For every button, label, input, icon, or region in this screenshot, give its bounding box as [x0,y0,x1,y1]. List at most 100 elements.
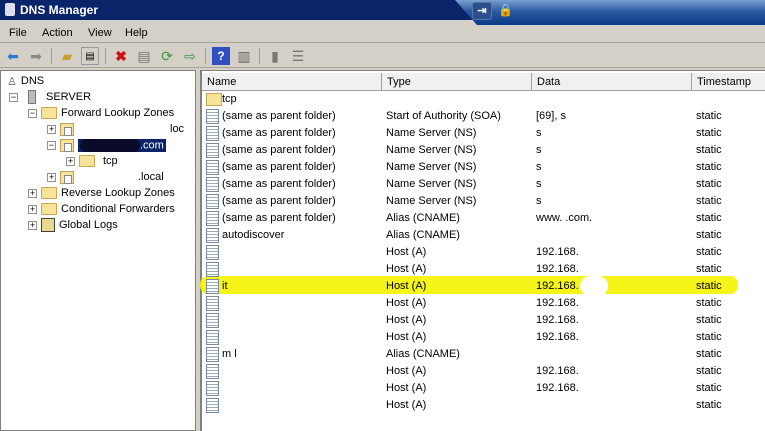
pin-icon[interactable]: ⇥ [472,2,492,20]
tree-global-logs[interactable]: + Global Logs [28,217,118,233]
expand-icon[interactable]: + [47,124,56,134]
tree-label: Forward Lookup Zones [61,107,175,119]
help-icon[interactable]: ? [212,47,230,65]
record-data: 192.168. [536,365,579,377]
record-type: Name Server (NS) [386,195,477,207]
menu-file[interactable]: File [9,27,27,39]
tree-zone-local-1[interactable]: + loc [47,121,184,137]
refresh-icon[interactable]: ⟳ [158,47,176,65]
collapse-icon[interactable]: − [28,108,37,118]
record-type: Name Server (NS) [386,178,477,190]
record-row[interactable]: it Host (A) 192.168. static [204,278,764,295]
collapse-icon[interactable]: − [9,92,18,102]
record-row[interactable]: m l Alias (CNAME) static [204,346,764,363]
toolbar: ⬅ ➡ ▰ ▤ ✖ ▤ ⟳ ⇨ ? ▥ ▮ ☰ [0,44,765,68]
expand-icon[interactable]: + [47,172,56,182]
column-header-type[interactable]: Type [382,73,532,91]
record-row[interactable]: (same as parent folder) Alias (CNAME) ww… [204,210,764,227]
collapse-icon[interactable]: − [47,140,56,150]
record-row[interactable]: (same as parent folder) Start of Authori… [204,108,764,125]
record-row[interactable]: Host (A) static [204,397,764,414]
expand-icon[interactable]: + [28,204,37,214]
expand-icon[interactable]: + [28,220,37,230]
record-timestamp: static [696,399,722,411]
record-icon [206,109,219,124]
record-icon [206,126,219,141]
tree-conditional-forwarders[interactable]: + Conditional Forwarders [28,201,175,217]
selected-zone: .com [78,138,166,152]
expand-icon[interactable]: + [28,188,37,198]
record-timestamp: static [696,280,722,292]
tree-label: .com [140,138,164,151]
menu-view[interactable]: View [88,27,112,39]
record-row[interactable]: (same as parent folder) Name Server (NS)… [204,176,764,193]
record-row[interactable]: Host (A) 192.168. static [204,363,764,380]
record-name: (same as parent folder) [222,195,336,207]
record-data: s [536,127,542,139]
server-icon [28,90,36,104]
menu-help[interactable]: Help [125,27,148,39]
tree-label: loc [170,123,185,135]
toolbar-separator [51,48,52,64]
show-hide-tree-icon[interactable]: ▤ [81,47,99,65]
record-type: Host (A) [386,382,427,394]
record-row[interactable]: Host (A) 192.168. static [204,295,764,312]
record-type: Host (A) [386,263,427,275]
forward-icon[interactable]: ➡ [27,47,45,65]
record-row[interactable]: Host (A) 192.168. static [204,261,764,278]
column-header-data[interactable]: Data [532,73,692,91]
record-icon [206,330,219,345]
record-timestamp: static [696,195,722,207]
record-data: 192.168. [536,314,579,326]
up-folder-icon[interactable]: ▰ [58,47,76,65]
record-data: 192.168. [536,263,579,275]
lock-icon[interactable]: 🔒 [498,3,513,17]
record-row[interactable]: (same as parent folder) Name Server (NS)… [204,142,764,159]
list-icon[interactable]: ☰ [289,47,307,65]
properties-icon[interactable]: ▤ [135,47,153,65]
column-header-timestamp[interactable]: Timestamp [692,73,765,91]
tree-server[interactable]: − SERVER [9,89,91,105]
log-icon [41,218,55,232]
record-icon [206,211,219,226]
expand-icon[interactable]: + [66,156,75,166]
record-row[interactable]: (same as parent folder) Name Server (NS)… [204,193,764,210]
record-row[interactable]: Host (A) 192.168. static [204,312,764,329]
record-row[interactable]: (same as parent folder) Name Server (NS)… [204,159,764,176]
tree-forward-lookup-zones[interactable]: − Forward Lookup Zones [28,105,174,121]
record-data: [69], s [536,110,566,122]
tree-zone-com[interactable]: − .com [47,137,166,153]
record-type: Host (A) [386,314,427,326]
record-type: Name Server (NS) [386,144,477,156]
record-type: Alias (CNAME) [386,212,460,224]
record-row[interactable]: Host (A) 192.168. static [204,329,764,346]
record-data: 192.168. [536,382,579,394]
record-data: s [536,144,542,156]
record-timestamp: static [696,110,722,122]
export-icon[interactable]: ⇨ [181,47,199,65]
back-icon[interactable]: ⬅ [4,47,22,65]
record-type: Start of Authority (SOA) [386,110,501,122]
record-row[interactable]: autodiscover Alias (CNAME) static [204,227,764,244]
menu-action[interactable]: Action [42,27,73,39]
delete-icon[interactable]: ✖ [112,47,130,65]
record-row[interactable]: (same as parent folder) Name Server (NS)… [204,125,764,142]
record-name: (same as parent folder) [222,110,336,122]
record-row[interactable]: Host (A) 192.168. static [204,380,764,397]
record-icon [206,262,219,277]
column-header-name[interactable]: Name [202,73,382,91]
server-icon[interactable]: ▮ [266,47,284,65]
tree-label: SERVER [46,91,92,103]
tree-tcp[interactable]: + tcp [66,153,118,169]
tree-reverse-lookup-zones[interactable]: + Reverse Lookup Zones [28,185,175,201]
record-timestamp: static [696,348,722,360]
tree-zone-local-2[interactable]: + .local [47,169,164,185]
record-row[interactable]: tcp [204,91,764,108]
title-bar: DNS Manager ⇥ 🔒 [0,0,765,25]
tree-dns[interactable]: ♙ DNS [7,73,44,89]
record-timestamp: static [696,127,722,139]
record-type: Alias (CNAME) [386,348,460,360]
dns-icon: ♙ [7,75,17,88]
action-pane-icon[interactable]: ▥ [235,47,253,65]
record-row[interactable]: Host (A) 192.168. static [204,244,764,261]
